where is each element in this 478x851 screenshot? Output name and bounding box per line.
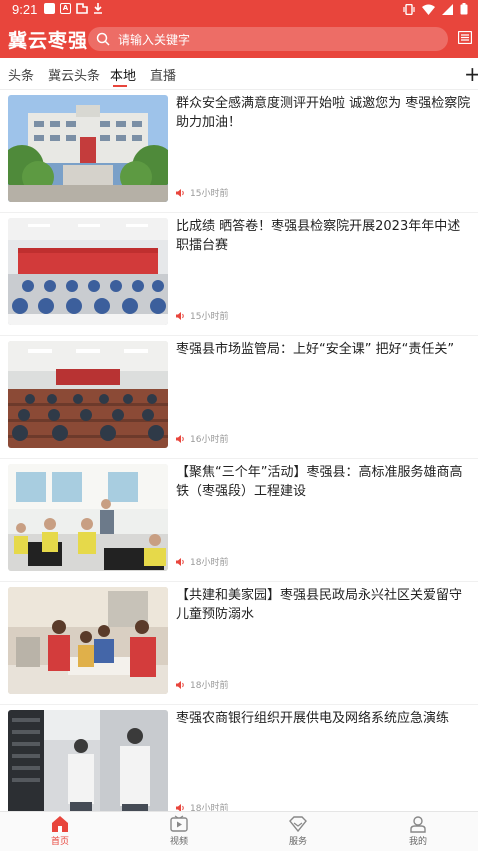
search-icon [96, 32, 110, 46]
news-meta: 16小时前 [176, 432, 228, 445]
news-thumbnail[interactable] [8, 587, 168, 694]
news-item[interactable]: 【聚焦“三个年”活动】枣强县：高标准服务雄商高铁（枣强段）工程建设 18小时前 [0, 459, 478, 582]
news-title[interactable]: 【共建和美家园】枣强县民政局永兴社区关爱留守儿童预防溺水 [176, 586, 472, 624]
news-title[interactable]: 比成绩 晒答卷！枣强县检察院开展2023年年中述职擂台赛 [176, 217, 472, 255]
nav-profile[interactable]: 我的 [388, 815, 448, 847]
news-meta: 18小时前 [176, 678, 228, 691]
user-icon [410, 816, 426, 833]
nav-video-label: 视频 [169, 837, 188, 847]
status-time: 9:21 [12, 2, 38, 17]
news-time: 18小时前 [190, 681, 229, 691]
home-icon [52, 816, 68, 832]
news-item[interactable]: 枣强县市场监管局：上好“安全课” 把好“责任关” 16小时前 [0, 336, 478, 459]
news-title[interactable]: 【聚焦“三个年”活动】枣强县：高标准服务雄商高铁（枣强段）工程建设 [176, 463, 472, 501]
app-logo: 冀云枣强 [8, 30, 89, 52]
speaker-icon[interactable] [176, 680, 185, 689]
news-time: 15小时前 [190, 312, 229, 322]
speaker-icon[interactable] [176, 557, 185, 566]
bottom-navigation: 首页 视频 服务 我的 [0, 811, 478, 851]
nav-home-label: 首页 [50, 837, 69, 847]
nav-video[interactable]: 视频 [149, 815, 209, 847]
nav-service[interactable]: 服务 [268, 815, 328, 847]
news-thumbnail[interactable] [8, 341, 168, 448]
download-icon [94, 3, 102, 14]
news-title[interactable]: 枣强县市场监管局：上好“安全课” 把好“责任关” [176, 340, 472, 359]
news-time: 16小时前 [190, 435, 229, 445]
video-icon [170, 815, 188, 832]
signal-icon [442, 3, 453, 15]
news-time: 15小时前 [190, 189, 229, 199]
tab-headline[interactable]: 头条 [8, 65, 34, 84]
news-thumbnail[interactable] [8, 218, 168, 325]
channel-tabs: 头条 冀云头条 本地 直播 [0, 58, 478, 90]
nav-profile-label: 我的 [408, 837, 427, 847]
active-tab-indicator [113, 85, 127, 87]
tab-local[interactable]: 本地 [110, 65, 136, 84]
news-title[interactable]: 枣强农商银行组织开展供电及网络系统应急演练 [176, 709, 472, 728]
news-meta: 15小时前 [176, 186, 228, 199]
search-input[interactable]: 请输入关键字 [88, 27, 448, 51]
nav-home[interactable]: 首页 [30, 815, 90, 847]
news-thumbnail[interactable] [8, 464, 168, 571]
nav-service-label: 服务 [288, 837, 307, 847]
app-header: 9:21 A 冀云枣强 请输入关键字 [0, 0, 478, 58]
news-thumbnail[interactable] [8, 95, 168, 202]
notification-icons: A [44, 3, 103, 14]
app-notification-icon [76, 3, 88, 14]
speaker-icon[interactable] [176, 311, 185, 320]
status-bar: 9:21 A [0, 0, 478, 20]
battery-icon [460, 3, 468, 15]
diamond-icon [289, 816, 307, 833]
news-item[interactable]: 群众安全感满意度测评开始啦 诚邀您为 枣强检察院助力加油！ 15小时前 [0, 90, 478, 213]
add-channel-icon[interactable]: + [464, 62, 478, 86]
a-icon: A [60, 3, 71, 14]
system-icons [403, 3, 468, 15]
speaker-icon[interactable] [176, 188, 185, 197]
notification-icon [44, 3, 55, 14]
news-meta: 15小时前 [176, 309, 228, 322]
tab-jiyun-headline[interactable]: 冀云头条 [48, 65, 100, 84]
speaker-icon[interactable] [176, 434, 185, 443]
menu-icon[interactable] [458, 31, 472, 44]
wifi-icon [422, 4, 435, 15]
news-meta: 18小时前 [176, 555, 228, 568]
news-item[interactable]: 【共建和美家园】枣强县民政局永兴社区关爱留守儿童预防溺水 18小时前 [0, 582, 478, 705]
news-thumbnail[interactable] [8, 710, 168, 817]
tab-live[interactable]: 直播 [150, 65, 176, 84]
news-time: 18小时前 [190, 558, 229, 568]
vibrate-icon [403, 3, 415, 15]
news-title[interactable]: 群众安全感满意度测评开始啦 诚邀您为 枣强检察院助力加油！ [176, 94, 472, 132]
news-item[interactable]: 比成绩 晒答卷！枣强县检察院开展2023年年中述职擂台赛 15小时前 [0, 213, 478, 336]
news-item[interactable]: 枣强农商银行组织开展供电及网络系统应急演练 18小时前 [0, 705, 478, 817]
search-placeholder: 请输入关键字 [118, 32, 191, 47]
